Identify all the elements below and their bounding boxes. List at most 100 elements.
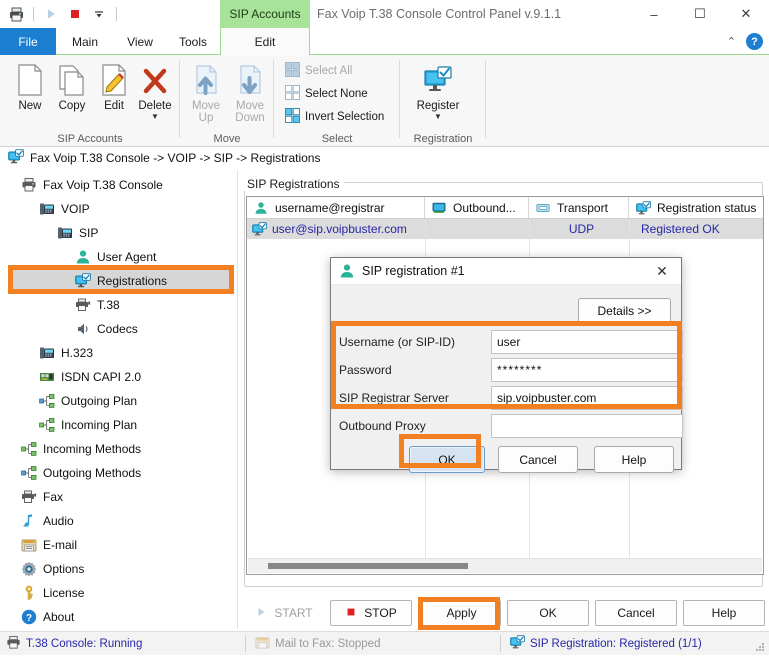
column-header-outbound[interactable]: Outbound...: [425, 197, 529, 219]
sip-registration-dialog: SIP registration #1 ✕ Details >> Usernam…: [330, 257, 683, 473]
horizontal-scrollbar[interactable]: [248, 558, 762, 573]
details-button[interactable]: Details >>: [578, 298, 671, 323]
tree-item-label: SIP: [79, 226, 99, 240]
printer-icon: [6, 635, 21, 653]
tree-item-registrations[interactable]: Registrations: [9, 269, 230, 293]
tree-item-label: Incoming Plan: [61, 418, 138, 432]
status-mail-to-fax-label: Mail to Fax: Stopped: [275, 637, 381, 650]
chevron-down-icon[interactable]: ▼: [434, 113, 442, 121]
monitor-check-icon: [252, 221, 267, 237]
column-header-username[interactable]: username@registrar: [247, 197, 425, 219]
tree-item-t38[interactable]: T.38: [74, 293, 120, 317]
status-console-label: T.38 Console: Running: [26, 637, 143, 650]
voip-phone-icon: [56, 225, 73, 242]
field-row-password: Password: [339, 358, 683, 382]
tree-item-license[interactable]: License: [20, 581, 84, 605]
tab-tools[interactable]: Tools: [166, 28, 220, 55]
edit-pencil-icon: [99, 59, 129, 97]
select-all-icon: [285, 62, 300, 80]
window-title: Fax Voip T.38 Console Control Panel v.9.…: [317, 7, 562, 21]
ribbon-invert-selection-button[interactable]: Invert Selection: [282, 106, 384, 128]
ribbon-group-sip-accounts: New Copy Edit Delete ▼ SIP Accounts: [0, 55, 180, 147]
tree-item-codecs[interactable]: Codecs: [74, 317, 138, 341]
tree-item-voip[interactable]: VOIP: [38, 197, 90, 221]
tree-item-user-agent[interactable]: User Agent: [74, 245, 156, 269]
plan-icon: [20, 441, 37, 458]
tree-item-audio[interactable]: Audio: [20, 509, 74, 533]
column-header-label: username@registrar: [275, 201, 385, 215]
chevron-down-icon[interactable]: ▼: [151, 113, 159, 121]
password-input[interactable]: [491, 358, 683, 382]
column-header-transport[interactable]: Transport: [529, 197, 629, 219]
sip-registrar-server-label: SIP Registrar Server: [339, 391, 449, 405]
apply-button[interactable]: Apply: [422, 600, 501, 626]
tree-item-outgoing-methods[interactable]: Outgoing Methods: [20, 461, 141, 485]
cancel-button[interactable]: Cancel: [595, 600, 677, 626]
play-icon: [255, 606, 267, 621]
collapse-ribbon-icon[interactable]: ⌃: [727, 35, 736, 48]
play-icon[interactable]: [41, 4, 61, 24]
column-header-registration-status[interactable]: Registration status: [629, 197, 763, 219]
start-button[interactable]: START: [242, 600, 326, 626]
tab-edit[interactable]: Edit: [220, 28, 310, 56]
dialog-cancel-button[interactable]: Cancel: [498, 446, 578, 473]
dialog-title-bar: SIP registration #1 ✕: [331, 258, 681, 285]
tab-main[interactable]: Main: [56, 28, 114, 55]
delete-x-icon: [140, 59, 170, 97]
ribbon-copy-button[interactable]: Copy: [48, 59, 96, 127]
tree-item-fax-voip-console[interactable]: Fax Voip T.38 Console: [20, 173, 163, 197]
outbound-proxy-input[interactable]: [491, 414, 683, 438]
printer-icon[interactable]: [6, 4, 26, 24]
user-icon: [253, 200, 269, 216]
column-header-label: Outbound...: [453, 201, 516, 215]
ribbon-select-all-button[interactable]: Select All: [282, 60, 352, 82]
field-row-sip-registrar-server: SIP Registrar Server: [339, 386, 683, 410]
start-button-label: START: [274, 606, 313, 620]
ribbon-delete-button[interactable]: Delete ▼: [131, 59, 179, 127]
dialog-close-icon[interactable]: ✕: [643, 258, 681, 285]
audio-icon: [20, 513, 37, 530]
chevron-down-icon[interactable]: [89, 4, 109, 24]
ribbon-move-down-button[interactable]: Move Down: [226, 59, 274, 127]
tree-item-isdn-capi[interactable]: ISDN CAPI 2.0: [38, 365, 141, 389]
tab-file[interactable]: File: [0, 28, 56, 55]
tree-item-email[interactable]: E-mail: [20, 533, 77, 557]
tree-item-sip[interactable]: SIP: [56, 221, 98, 245]
tree-item-options[interactable]: Options: [20, 557, 84, 581]
close-button[interactable]: ✕: [723, 0, 769, 28]
sip-registrar-server-input[interactable]: [491, 386, 683, 410]
username-input[interactable]: [491, 330, 683, 354]
dialog-help-button[interactable]: Help: [594, 446, 674, 473]
tree-item-h323[interactable]: H.323: [38, 341, 93, 365]
help-icon[interactable]: ?: [746, 33, 763, 50]
minimize-button[interactable]: –: [631, 0, 677, 28]
tree-item-label: Codecs: [97, 322, 138, 336]
stop-button[interactable]: STOP: [330, 600, 412, 626]
tree-item-label: ISDN CAPI 2.0: [61, 370, 142, 384]
help-button[interactable]: Help: [683, 600, 765, 626]
tree-item-fax[interactable]: Fax: [20, 485, 63, 509]
tree-item-incoming-methods[interactable]: Incoming Methods: [20, 437, 141, 461]
user-icon: [74, 249, 91, 266]
tree-item-about[interactable]: ? About: [20, 605, 74, 629]
ribbon-select-all-label: Select All: [305, 65, 353, 77]
ribbon-new-button[interactable]: New: [6, 59, 54, 127]
ok-button[interactable]: OK: [507, 600, 589, 626]
tree-item-outgoing-plan[interactable]: Outgoing Plan: [38, 389, 137, 413]
ribbon-register-button[interactable]: Register ▼: [414, 59, 462, 127]
table-row[interactable]: user@sip.voipbuster.com UDP Registered O…: [247, 219, 763, 239]
ribbon-select-none-label: Select None: [305, 88, 368, 100]
ribbon-group-select: Select All Select None Invert Selection …: [274, 55, 400, 147]
ribbon-move-up-button[interactable]: Move Up: [182, 59, 230, 127]
ribbon-select-none-button[interactable]: Select None: [282, 83, 368, 105]
tab-view[interactable]: View: [114, 28, 166, 55]
stop-icon[interactable]: [65, 4, 85, 24]
tree-item-label: E-mail: [43, 538, 78, 552]
ribbon-delete-label: Delete: [138, 100, 172, 112]
resize-grip-icon[interactable]: [754, 641, 766, 653]
field-row-outbound-proxy: Outbound Proxy: [339, 414, 683, 438]
dialog-ok-button[interactable]: OK: [409, 446, 485, 473]
maximize-button[interactable]: ☐: [677, 0, 723, 28]
scrollbar-thumb[interactable]: [268, 563, 468, 569]
tree-item-incoming-plan[interactable]: Incoming Plan: [38, 413, 137, 437]
